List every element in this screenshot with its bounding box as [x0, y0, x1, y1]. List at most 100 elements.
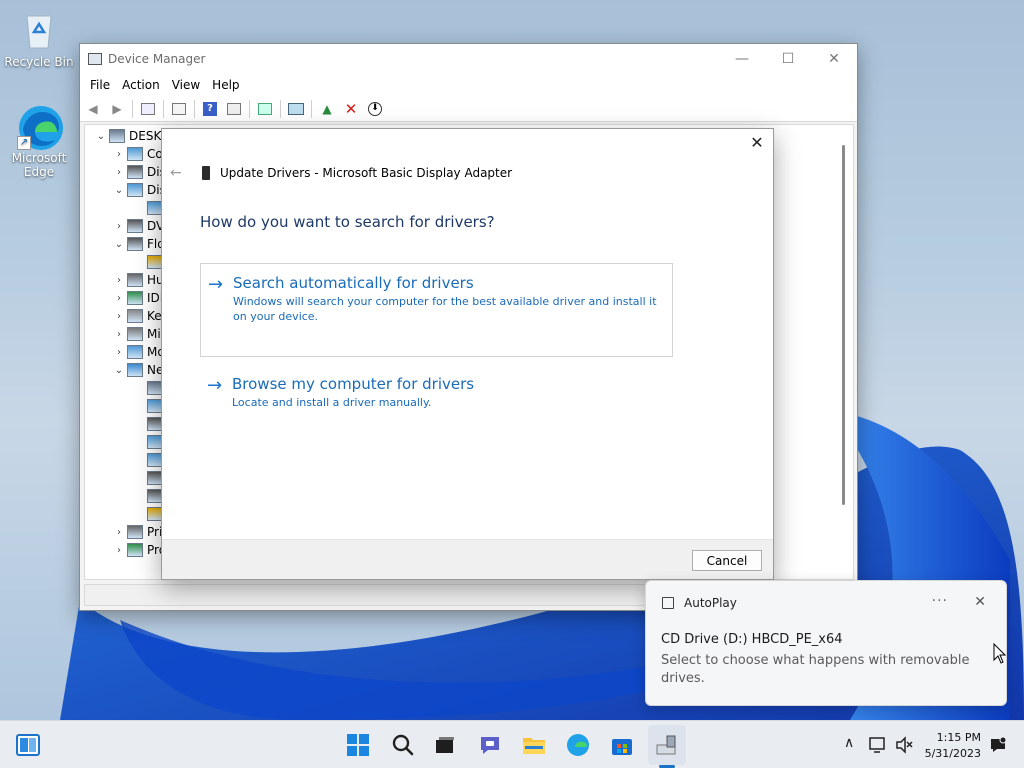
properties-icon[interactable]	[139, 100, 157, 118]
device-manager-icon	[88, 53, 102, 65]
recycle-bin-icon	[17, 8, 61, 52]
dismiss-button[interactable]: ✕	[974, 594, 986, 610]
chevron-right-icon[interactable]: ›	[111, 167, 127, 178]
chevron-right-icon[interactable]: ›	[111, 545, 127, 556]
dialog-title: Update Drivers - Microsoft Basic Display…	[220, 166, 513, 180]
close-button[interactable]: ✕	[811, 44, 857, 74]
desktop-icon-edge[interactable]: ↗ Microsoft Edge	[1, 104, 77, 179]
chevron-right-icon[interactable]: ›	[111, 347, 127, 358]
chevron-down-icon[interactable]: ⌄	[93, 131, 109, 142]
tree-item[interactable]: › Mi	[111, 325, 161, 343]
device-category-icon	[127, 345, 143, 359]
forward-icon[interactable]: ▶	[108, 100, 126, 118]
start-icon[interactable]	[346, 733, 370, 757]
task-view-icon[interactable]	[433, 733, 457, 757]
arrow-right-icon: →	[208, 274, 224, 295]
chevron-down-icon[interactable]: ⌄	[111, 365, 127, 376]
device-category-icon	[109, 129, 125, 143]
tree-item[interactable]: › Hu	[111, 271, 164, 289]
chevron-right-icon[interactable]: ›	[111, 527, 127, 538]
clock-date: 5/31/2023	[924, 747, 981, 760]
toolbar-divider	[311, 99, 312, 118]
option-title: Search automatically for drivers	[233, 274, 474, 292]
menu-help[interactable]: Help	[206, 78, 245, 92]
menu-action[interactable]: Action	[116, 78, 166, 92]
option-title: Browse my computer for drivers	[232, 375, 475, 393]
scrollbar[interactable]	[842, 145, 845, 505]
chevron-right-icon[interactable]: ›	[111, 221, 127, 232]
tree-item[interactable]: ⌄ Flo	[111, 235, 165, 253]
uninstall-icon[interactable]: ✕	[342, 100, 360, 118]
cancel-button[interactable]: Cancel	[692, 550, 762, 571]
network-icon[interactable]	[868, 735, 888, 755]
browse-computer-option[interactable]: → Browse my computer for drivers Locate …	[200, 365, 673, 421]
chevron-down-icon[interactable]: ⌄	[111, 239, 127, 250]
notification-body: Select to choose what happens with remov…	[661, 653, 970, 686]
option-description: Windows will search your computer for th…	[233, 295, 657, 323]
shortcut-arrow-icon: ↗	[17, 136, 31, 150]
chevron-right-icon[interactable]: ›	[111, 329, 127, 340]
notification-center-icon[interactable]	[988, 735, 1008, 755]
chat-icon[interactable]	[478, 733, 502, 757]
menu-bar: File Action View Help	[80, 74, 857, 96]
chevron-right-icon[interactable]: ›	[111, 311, 127, 322]
menu-view[interactable]: View	[166, 78, 206, 92]
display-adapter-icon	[202, 166, 210, 180]
search-automatically-option[interactable]: → Search automatically for drivers Windo…	[200, 263, 673, 357]
tray-overflow-button[interactable]: ∧	[844, 735, 854, 751]
update-drivers-dialog: ✕ ← Update Drivers - Microsoft Basic Dis…	[161, 128, 774, 580]
file-explorer-icon[interactable]	[522, 733, 546, 757]
more-options-button[interactable]: ···	[932, 593, 948, 609]
clock[interactable]: 1:15 PM 5/31/2023	[925, 730, 981, 762]
tree-item[interactable]: ⌄ Dis	[111, 181, 166, 199]
tree-item[interactable]: › Dis	[111, 163, 166, 181]
device-category-icon	[127, 165, 143, 179]
desktop-icon-recycle-bin[interactable]: Recycle Bin	[1, 8, 77, 69]
download-icon[interactable]: ⬇	[366, 100, 384, 118]
tree-item[interactable]: › Co	[111, 145, 163, 163]
chevron-down-icon[interactable]: ⌄	[111, 185, 127, 196]
tree-item-label: Pri	[147, 525, 163, 539]
notification-header: AutoPlay	[662, 596, 737, 610]
device-category-icon	[127, 291, 143, 305]
store-icon[interactable]	[610, 733, 634, 757]
notification-app-name: AutoPlay	[684, 596, 737, 610]
toolbar-divider	[132, 99, 133, 118]
menu-file[interactable]: File	[84, 78, 116, 92]
dialog-header: ← Update Drivers - Microsoft Basic Displ…	[170, 165, 512, 181]
volume-muted-icon[interactable]	[894, 735, 914, 755]
scan-hardware-icon[interactable]	[256, 100, 274, 118]
device-category-icon	[127, 543, 143, 557]
tree-item[interactable]: ⌄ Ne	[111, 361, 163, 379]
chevron-right-icon[interactable]: ›	[111, 293, 127, 304]
device-manager-taskbar-icon[interactable]	[655, 733, 679, 757]
device-category-icon	[127, 273, 143, 287]
minimize-button[interactable]: —	[719, 44, 765, 74]
maximize-button[interactable]: ☐	[765, 44, 811, 74]
tree-item[interactable]: › Mo	[111, 343, 165, 361]
tree-item[interactable]: › IDE	[111, 289, 167, 307]
tree-item[interactable]: › DV	[111, 217, 164, 235]
chevron-right-icon[interactable]: ›	[111, 149, 127, 160]
back-icon[interactable]: ◀	[84, 100, 102, 118]
title-bar[interactable]: Device Manager — ☐ ✕	[80, 44, 857, 74]
help-icon[interactable]: ?	[201, 100, 219, 118]
list-icon[interactable]	[170, 100, 188, 118]
chevron-right-icon[interactable]: ›	[111, 275, 127, 286]
update-driver-icon[interactable]: ▲	[318, 100, 336, 118]
monitor-icon[interactable]	[287, 100, 305, 118]
search-icon[interactable]	[391, 733, 415, 757]
device-category-icon	[127, 363, 143, 377]
widgets-icon[interactable]	[16, 733, 40, 757]
back-arrow-icon[interactable]: ←	[170, 165, 190, 181]
clock-time: 1:15 PM	[936, 731, 981, 744]
desktop-icon-label: Recycle Bin	[4, 55, 74, 69]
autoplay-notification[interactable]: AutoPlay ··· ✕ CD Drive (D:) HBCD_PE_x64…	[645, 580, 1007, 706]
tree-item[interactable]: › Pri	[111, 523, 162, 541]
autoplay-icon	[662, 597, 674, 609]
edge-taskbar-icon[interactable]	[566, 733, 590, 757]
device-category-icon	[127, 525, 143, 539]
tree-item[interactable]: › Pro	[111, 541, 166, 559]
dialog-close-button[interactable]: ✕	[749, 135, 765, 151]
view-icon[interactable]	[225, 100, 243, 118]
